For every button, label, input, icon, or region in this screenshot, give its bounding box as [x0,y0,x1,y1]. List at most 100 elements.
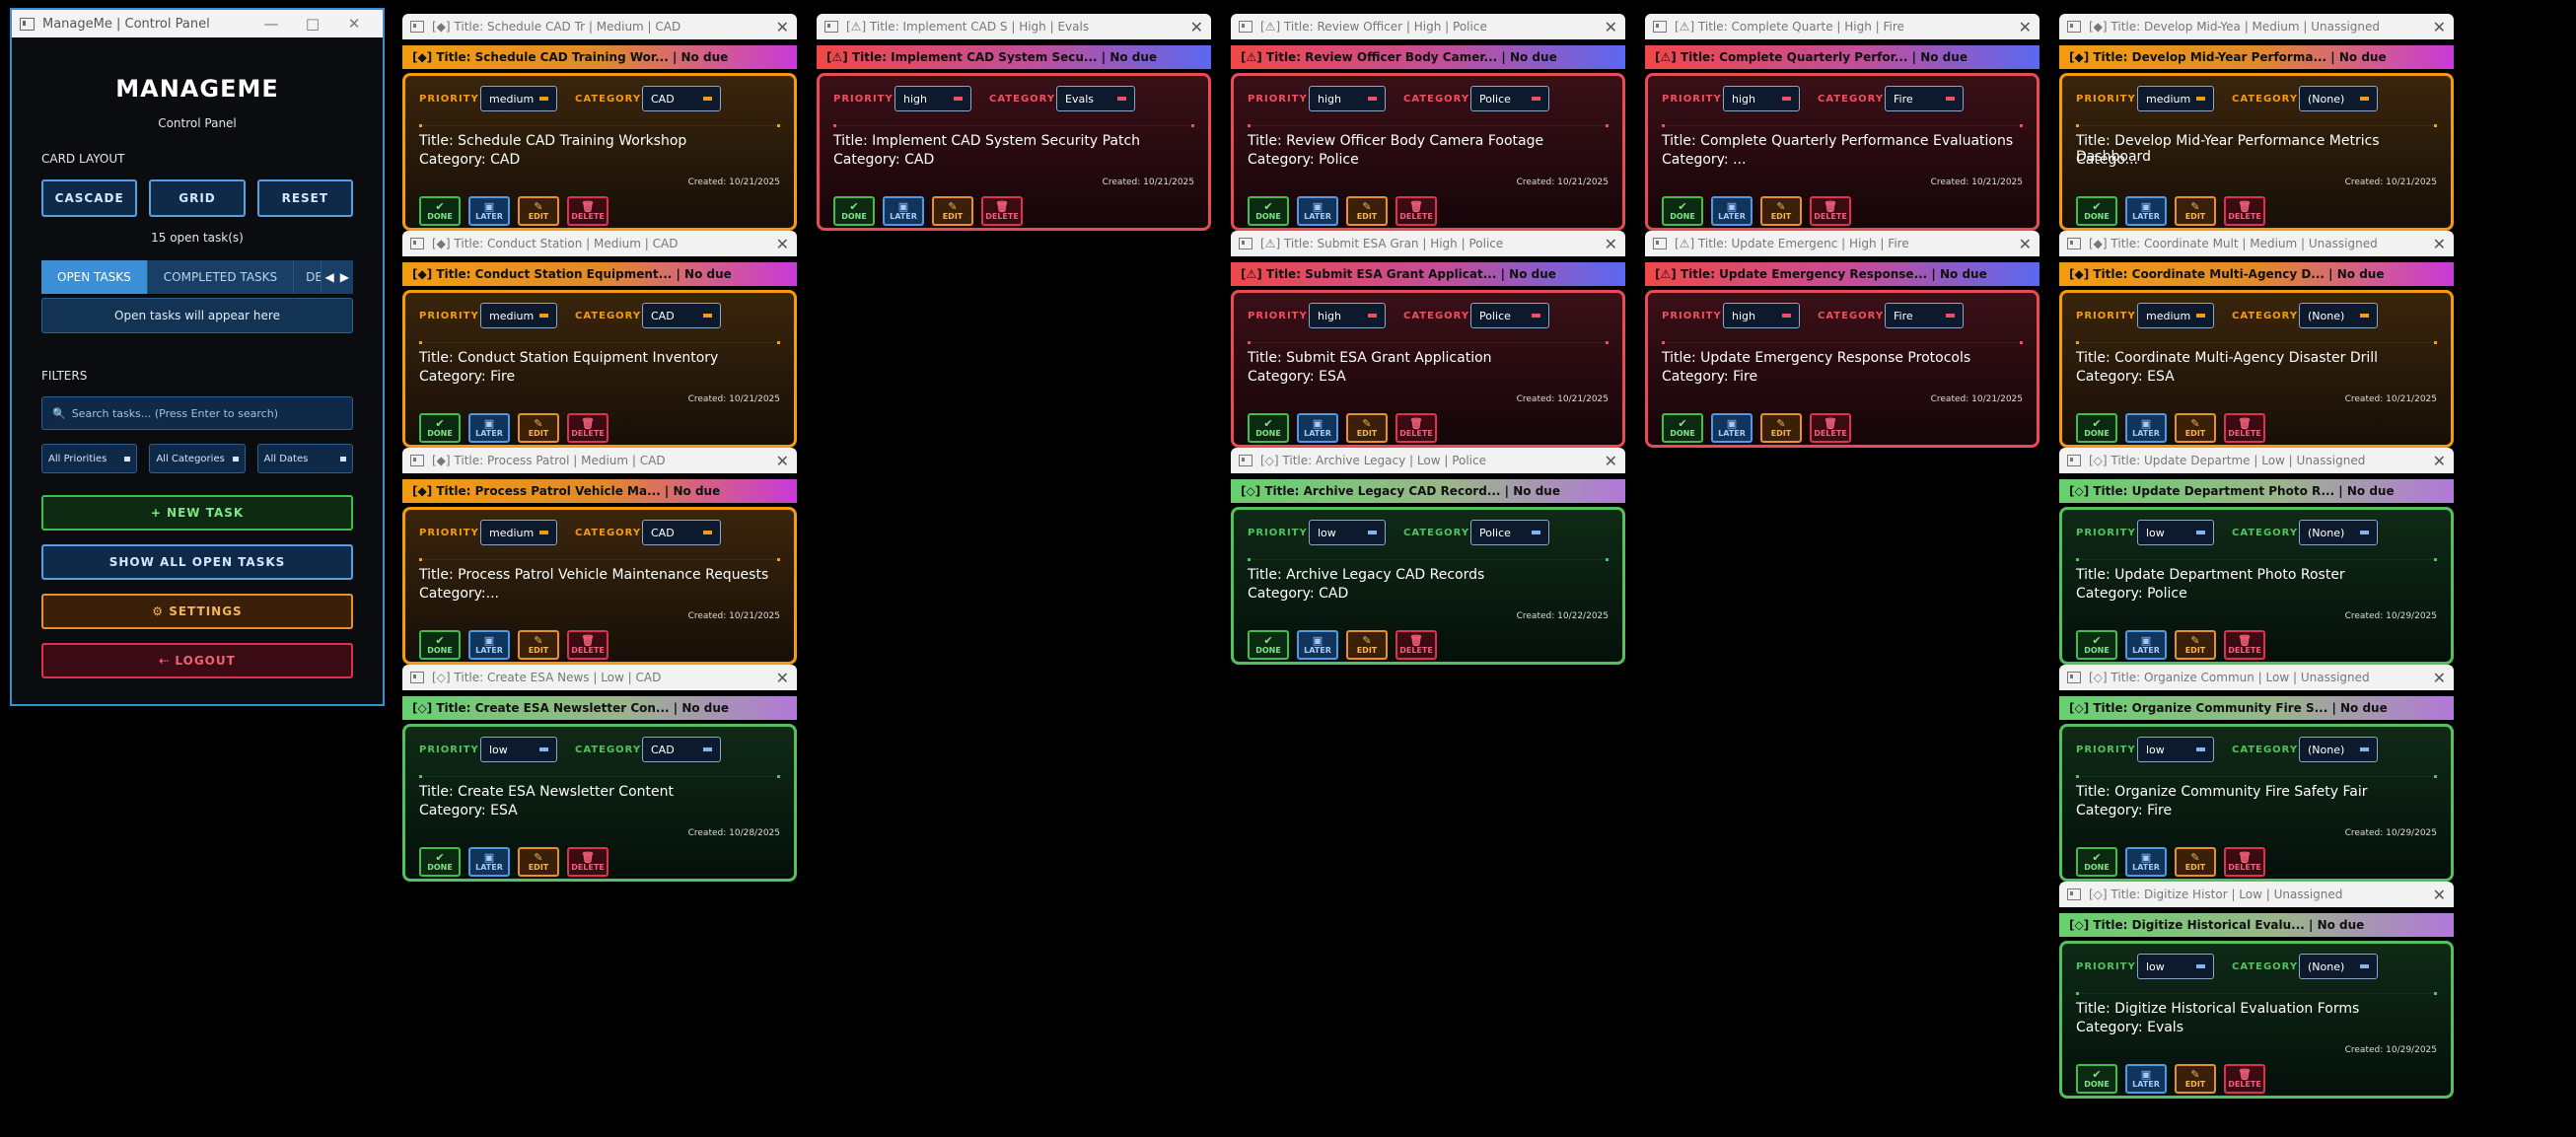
later-button[interactable]: ▣ LATER [1297,630,1338,660]
card-header[interactable]: [⚠] Title: Review Officer Body Camer... … [1231,45,1625,69]
edit-button[interactable]: ✎ EDIT [1760,413,1802,443]
card-header[interactable]: [◇] Title: Archive Legacy CAD Record... … [1231,479,1625,503]
delete-button[interactable]: 🗑 DELETE [2224,847,2265,877]
priority-select[interactable]: low [2137,520,2214,545]
category-select[interactable]: (None) [2299,954,2378,979]
close-icon[interactable]: ✕ [1605,235,1617,253]
edit-button[interactable]: ✎ EDIT [1346,630,1388,660]
delete-button[interactable]: 🗑 DELETE [567,847,608,877]
date-filter-select[interactable]: All Dates [256,444,353,473]
delete-button[interactable]: 🗑 DELETE [2224,413,2265,443]
card-titlebar[interactable]: [⚠] Title: Submit ESA Gran | High | Poli… [1231,231,1625,256]
card-header[interactable]: [◆] Title: Schedule CAD Training Wor... … [402,45,797,69]
later-button[interactable]: ▣ LATER [1297,413,1338,443]
close-icon[interactable]: ✕ [2433,18,2446,36]
priority-select[interactable]: low [2137,954,2214,979]
done-button[interactable]: ✔ DONE [419,196,461,226]
card-header[interactable]: [⚠] Title: Complete Quarterly Perfor... … [1645,45,2039,69]
priority-select[interactable]: medium [2137,86,2214,111]
edit-button[interactable]: ✎ EDIT [2175,1064,2216,1094]
card-titlebar[interactable]: [◇] Title: Update Departme | Low | Unass… [2059,448,2454,473]
card-header[interactable]: [◇] Title: Create ESA Newsletter Con... … [402,696,797,720]
later-button[interactable]: ▣ LATER [883,196,924,226]
delete-button[interactable]: 🗑 DELETE [2224,630,2265,660]
control-panel-titlebar[interactable]: ManageMe | Control Panel — □ ✕ [12,10,383,37]
close-icon[interactable]: ✕ [2019,18,2032,36]
card-titlebar[interactable]: [◆] Title: Conduct Station | Medium | CA… [402,231,797,256]
later-button[interactable]: ▣ LATER [1711,413,1753,443]
later-button[interactable]: ▣ LATER [1711,196,1753,226]
later-button[interactable]: ▣ LATER [468,847,510,877]
delete-button[interactable]: 🗑 DELETE [2224,196,2265,226]
delete-button[interactable]: 🗑 DELETE [2224,1064,2265,1094]
edit-button[interactable]: ✎ EDIT [2175,847,2216,877]
card-titlebar[interactable]: [◇] Title: Create ESA News | Low | CAD ✕ [402,665,797,690]
category-select[interactable]: CAD [642,86,721,111]
tab-scroll-left-icon[interactable]: ◀ [325,270,334,284]
minimize-icon[interactable]: — [250,15,292,33]
card-titlebar[interactable]: [◆] Title: Develop Mid-Yea | Medium | Un… [2059,14,2454,39]
card-header[interactable]: [◆] Title: Process Patrol Vehicle Ma... … [402,479,797,503]
priority-select[interactable]: high [894,86,971,111]
priority-filter-select[interactable]: All Priorities [41,444,138,473]
done-button[interactable]: ✔ DONE [419,847,461,877]
close-icon[interactable]: ✕ [2433,669,2446,687]
later-button[interactable]: ▣ LATER [468,630,510,660]
card-titlebar[interactable]: [◇] Title: Digitize Histor | Low | Unass… [2059,882,2454,907]
category-select[interactable]: Police [1470,303,1549,328]
edit-button[interactable]: ✎ EDIT [932,196,973,226]
done-button[interactable]: ✔ DONE [2076,196,2117,226]
delete-button[interactable]: 🗑 DELETE [981,196,1023,226]
done-button[interactable]: ✔ DONE [2076,413,2117,443]
priority-select[interactable]: medium [480,303,557,328]
close-icon[interactable]: ✕ [776,235,789,253]
logout-button[interactable]: ⇠ LOGOUT [41,643,353,678]
close-icon[interactable]: ✕ [776,18,789,36]
done-button[interactable]: ✔ DONE [833,196,875,226]
priority-select[interactable]: low [480,737,557,762]
card-titlebar[interactable]: [◆] Title: Coordinate Mult | Medium | Un… [2059,231,2454,256]
card-header[interactable]: [◆] Title: Conduct Station Equipment... … [402,262,797,286]
search-input[interactable]: 🔍 Search tasks... (Press Enter to search… [41,396,353,430]
priority-select[interactable]: high [1723,303,1800,328]
delete-button[interactable]: 🗑 DELETE [1395,413,1437,443]
cascade-button[interactable]: CASCADE [41,179,138,217]
card-header[interactable]: [◇] Title: Digitize Historical Evalu... … [2059,913,2454,937]
category-select[interactable]: (None) [2299,737,2378,762]
delete-button[interactable]: 🗑 DELETE [1395,196,1437,226]
later-button[interactable]: ▣ LATER [2125,847,2167,877]
priority-select[interactable]: medium [480,86,557,111]
edit-button[interactable]: ✎ EDIT [518,196,559,226]
priority-select[interactable]: low [1309,520,1386,545]
delete-button[interactable]: 🗑 DELETE [567,630,608,660]
edit-button[interactable]: ✎ EDIT [1760,196,1802,226]
edit-button[interactable]: ✎ EDIT [2175,196,2216,226]
close-icon[interactable]: ✕ [1605,452,1617,470]
later-button[interactable]: ▣ LATER [468,413,510,443]
edit-button[interactable]: ✎ EDIT [1346,413,1388,443]
maximize-icon[interactable]: □ [292,15,333,33]
edit-button[interactable]: ✎ EDIT [1346,196,1388,226]
reset-button[interactable]: RESET [256,179,353,217]
new-task-button[interactable]: + NEW TASK [41,495,353,531]
later-button[interactable]: ▣ LATER [468,196,510,226]
delete-button[interactable]: 🗑 DELETE [1810,413,1851,443]
edit-button[interactable]: ✎ EDIT [518,413,559,443]
priority-select[interactable]: high [1723,86,1800,111]
category-select[interactable]: Evals [1056,86,1135,111]
close-icon[interactable]: ✕ [2019,235,2032,253]
category-select[interactable]: CAD [642,737,721,762]
later-button[interactable]: ▣ LATER [2125,630,2167,660]
edit-button[interactable]: ✎ EDIT [2175,630,2216,660]
settings-button[interactable]: ⚙ SETTINGS [41,594,353,629]
priority-select[interactable]: high [1309,86,1386,111]
card-titlebar[interactable]: [◆] Title: Process Patrol | Medium | CAD… [402,448,797,473]
done-button[interactable]: ✔ DONE [419,630,461,660]
edit-button[interactable]: ✎ EDIT [518,630,559,660]
card-header[interactable]: [⚠] Title: Submit ESA Grant Applicat... … [1231,262,1625,286]
category-select[interactable]: (None) [2299,303,2378,328]
tab-open-tasks[interactable]: OPEN TASKS [41,260,148,294]
category-select[interactable]: (None) [2299,520,2378,545]
card-header[interactable]: [◇] Title: Update Department Photo R... … [2059,479,2454,503]
close-icon[interactable]: ✕ [776,669,789,687]
